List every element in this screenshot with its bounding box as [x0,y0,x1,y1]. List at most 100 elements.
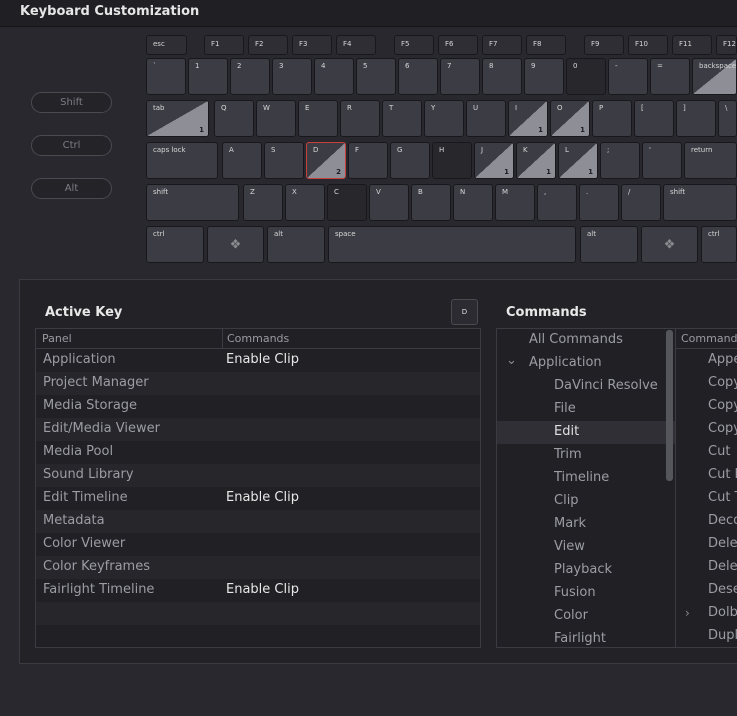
key-a[interactable]: A [222,142,262,179]
key-v[interactable]: V [369,184,409,221]
tree-item[interactable]: Edit [497,421,675,444]
key-h[interactable]: H [432,142,472,179]
table-row[interactable]: Fairlight Timeline Enable Clip [36,579,480,602]
tree-item[interactable]: Mark [497,513,675,536]
key-x[interactable]: X [285,184,325,221]
key-u[interactable]: U [466,100,506,137]
key-symbol[interactable]: . [579,184,619,221]
table-row[interactable] [36,602,480,625]
key-capslock[interactable]: caps lock [146,142,218,179]
key-5[interactable]: 5 [356,58,396,95]
key-e[interactable]: E [298,100,338,137]
key-symbol[interactable]: ] [676,100,716,137]
key-r[interactable]: R [340,100,380,137]
key-f11[interactable]: F11 [672,35,712,55]
key-7[interactable]: 7 [440,58,480,95]
key-f12[interactable]: F12 [716,35,737,55]
key-symbol[interactable]: / [621,184,661,221]
key-f5[interactable]: F5 [394,35,434,55]
command-list-item[interactable]: Copy [676,395,737,418]
tree-item[interactable]: Playback [497,559,675,582]
key-s[interactable]: S [264,142,304,179]
command-list-item[interactable]: Cut T [676,487,737,510]
key-f6[interactable]: F6 [438,35,478,55]
key-f3[interactable]: F3 [292,35,332,55]
key-shift[interactable]: shift [146,184,239,221]
command-list-item[interactable]: Delet [676,533,737,556]
key-symbol[interactable]: ` [146,58,186,95]
key-l[interactable]: L1 [558,142,598,179]
shift-modifier-button[interactable]: Shift [31,92,112,113]
active-key-badge[interactable]: D [451,299,478,325]
table-row[interactable]: Project Manager [36,372,480,395]
key-j[interactable]: J1 [474,142,514,179]
chevron-right-icon[interactable]: › [685,606,690,620]
command-list-item[interactable]: › Dolby [676,602,737,625]
key-f8[interactable]: F8 [526,35,566,55]
command-list-item[interactable]: Copy [676,418,737,441]
key-symbol[interactable]: - [608,58,648,95]
key-symbol[interactable]: ' [642,142,682,179]
table-row[interactable]: Media Pool [36,441,480,464]
key-o[interactable]: O1 [550,100,590,137]
command-list-item[interactable]: Dupl [676,625,737,647]
key-symbol[interactable]: [ [634,100,674,137]
command-list-item[interactable]: Cut [676,441,737,464]
tree-item[interactable]: Color [497,605,675,628]
key-q[interactable]: Q [214,100,254,137]
key-8[interactable]: 8 [482,58,522,95]
key-return[interactable]: return [684,142,737,179]
key-f2[interactable]: F2 [248,35,288,55]
command-list-item[interactable]: Appe [676,349,737,372]
key-backspace[interactable]: backspace [692,58,737,95]
key-f10[interactable]: F10 [628,35,668,55]
key-symbol[interactable]: = [650,58,690,95]
table-row[interactable] [36,625,480,648]
alt-modifier-button[interactable]: Alt [31,178,112,199]
key-alt[interactable]: alt [580,226,638,263]
tree-item[interactable]: All Commands [497,329,675,352]
key-n[interactable]: N [453,184,493,221]
commands-column-header[interactable]: Commands [227,332,289,345]
tree-item[interactable]: DaVinci Resolve [497,375,675,398]
tree-item[interactable]: ⌄ Application [497,352,675,375]
key-esc[interactable]: esc [146,35,187,55]
key-y[interactable]: Y [424,100,464,137]
key-space[interactable]: space [328,226,576,263]
key-g[interactable]: G [390,142,430,179]
command-column-header[interactable]: Command [676,329,737,349]
key-f1[interactable]: F1 [204,35,244,55]
key-6[interactable]: 6 [398,58,438,95]
key-0[interactable]: 0 [566,58,606,95]
column-divider[interactable] [222,329,223,348]
panel-column-header[interactable]: Panel [42,332,72,345]
key-t[interactable]: T [382,100,422,137]
key-3[interactable]: 3 [272,58,312,95]
tree-item[interactable]: Fairlight [497,628,675,647]
command-key[interactable]: ❖ [207,226,264,263]
key-f4[interactable]: F4 [336,35,376,55]
command-list-item[interactable]: Copy [676,372,737,395]
table-row[interactable]: Application Enable Clip [36,349,480,372]
key-k[interactable]: K1 [516,142,556,179]
table-row[interactable]: Edit/Media Viewer [36,418,480,441]
table-row[interactable]: Media Storage [36,395,480,418]
key-f[interactable]: F [348,142,388,179]
key-m[interactable]: M [495,184,535,221]
key-symbol[interactable]: ; [600,142,640,179]
key-alt[interactable]: alt [267,226,325,263]
key-symbol[interactable]: \ [718,100,737,137]
tree-item[interactable]: View [497,536,675,559]
tree-item[interactable]: Timeline [497,467,675,490]
key-w[interactable]: W [256,100,296,137]
key-ctrl[interactable]: ctrl [701,226,737,263]
key-ctrl[interactable]: ctrl [146,226,204,263]
key-z[interactable]: Z [243,184,283,221]
tree-item[interactable]: File [497,398,675,421]
key-4[interactable]: 4 [314,58,354,95]
key-symbol[interactable]: , [537,184,577,221]
tree-item[interactable]: Fusion [497,582,675,605]
key-c[interactable]: C [327,184,367,221]
command-list-item[interactable]: Delet [676,556,737,579]
key-b[interactable]: B [411,184,451,221]
